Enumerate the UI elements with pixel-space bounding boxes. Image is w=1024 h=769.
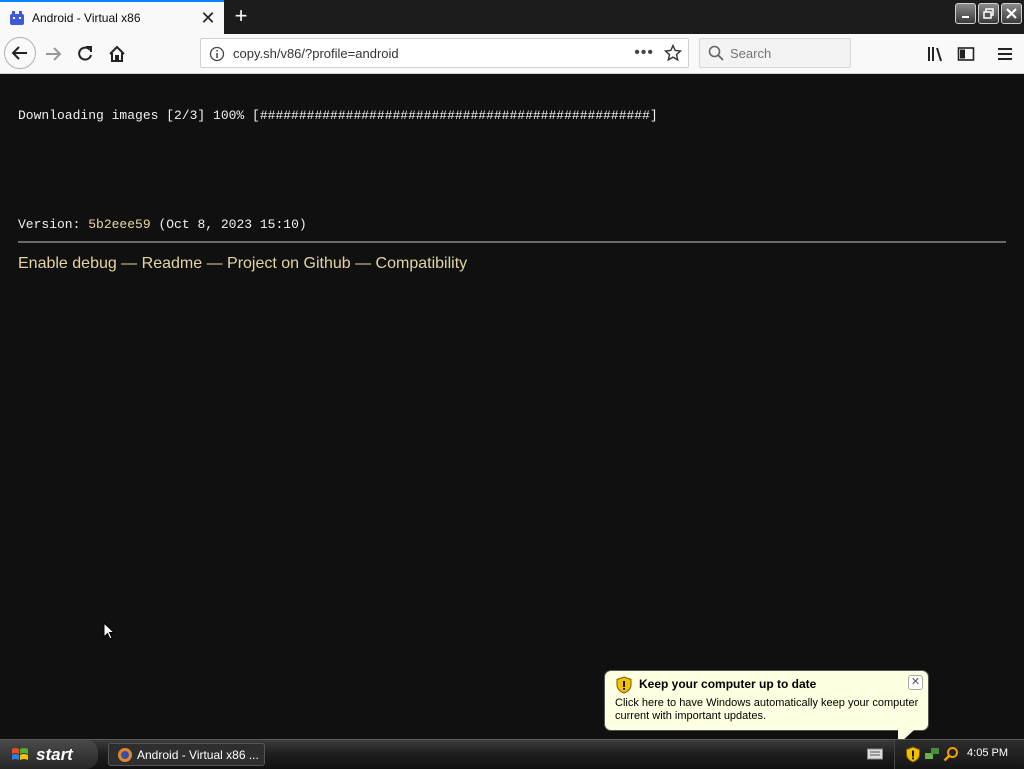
search-tray-icon[interactable] <box>943 746 959 762</box>
page-actions-icon[interactable]: ••• <box>634 44 654 62</box>
balloon-close-button[interactable]: ✕ <box>908 675 923 690</box>
tab-android[interactable]: Android - Virtual x86 ✕ <box>0 0 224 34</box>
windows-logo-icon <box>12 747 28 760</box>
divider <box>18 241 1006 243</box>
page-content: Downloading images [2/3] 100% [#########… <box>0 75 1024 739</box>
readme-link[interactable]: Readme <box>142 255 202 272</box>
url-bar[interactable]: copy.sh/v86/?profile=android ••• <box>200 38 689 68</box>
keyboard-icon[interactable] <box>867 748 883 760</box>
home-icon <box>109 45 125 62</box>
tab-title: Android - Virtual x86 <box>32 11 141 25</box>
firefox-app-icon <box>118 747 132 762</box>
version-date: (Oct 8, 2023 15:10) <box>150 217 307 232</box>
library-icon <box>928 47 942 62</box>
download-status: Downloading images [2/3] 100% [#########… <box>18 108 658 123</box>
enable-debug-link[interactable]: Enable debug <box>18 255 117 272</box>
start-button[interactable]: start <box>0 740 98 769</box>
mouse-cursor-icon <box>103 622 116 640</box>
bookmark-star-icon[interactable] <box>664 44 682 62</box>
back-arrow-icon <box>11 46 27 60</box>
new-tab-button[interactable]: + <box>228 4 254 30</box>
balloon-title: Keep your computer up to date <box>639 677 817 691</box>
hamburger-menu-icon <box>998 48 1012 60</box>
search-bar[interactable] <box>699 38 851 68</box>
footer-links: Enable debug — Readme — Project on Githu… <box>18 255 467 273</box>
start-label: start <box>36 744 73 764</box>
link-separator: — <box>116 255 142 272</box>
link-separator: — <box>350 255 376 272</box>
close-icon <box>1006 8 1017 19</box>
info-icon[interactable] <box>209 46 225 62</box>
back-button[interactable] <box>4 37 36 69</box>
tab-close-icon[interactable]: ✕ <box>196 6 220 30</box>
restore-icon <box>983 8 994 19</box>
github-link[interactable]: Project on Github <box>227 255 351 272</box>
reload-icon <box>78 46 92 61</box>
sidebar-button[interactable] <box>951 39 981 69</box>
url-text[interactable]: copy.sh/v86/?profile=android <box>233 46 634 61</box>
taskbar-button-label: Android - Virtual x86 ... <box>137 747 259 762</box>
tab-strip: Android - Virtual x86 ✕ + <box>0 0 1024 34</box>
taskbar-button-firefox[interactable]: Android - Virtual x86 ... <box>108 743 265 766</box>
clock[interactable]: 4:05 PM <box>967 747 1008 759</box>
close-window-button[interactable] <box>1001 3 1022 24</box>
security-alert-icon[interactable] <box>905 746 921 763</box>
forward-arrow-icon <box>46 47 62 61</box>
security-shield-icon <box>616 676 632 694</box>
update-notification-balloon[interactable]: Keep your computer up to date ✕ Click he… <box>604 670 929 731</box>
compatibility-link[interactable]: Compatibility <box>376 255 468 272</box>
minimize-button[interactable] <box>955 3 976 24</box>
favicon-icon <box>10 11 24 25</box>
sidebar-icon <box>957 47 975 61</box>
restore-button[interactable] <box>978 3 999 24</box>
window-controls <box>955 3 1022 24</box>
home-button[interactable] <box>102 39 132 69</box>
system-tray: 4:05 PM <box>894 740 1024 769</box>
balloon-body[interactable]: Click here to have Windows automatically… <box>615 697 920 723</box>
search-input[interactable] <box>730 45 840 61</box>
navigation-toolbar: copy.sh/v86/?profile=android ••• <box>0 34 1024 74</box>
search-icon <box>708 45 724 61</box>
version-line: Version: 5b2eee59 (Oct 8, 2023 15:10) <box>18 217 307 232</box>
forward-button[interactable] <box>38 39 68 69</box>
minimize-icon <box>961 15 969 18</box>
library-button[interactable] <box>920 39 950 69</box>
reload-button[interactable] <box>70 39 100 69</box>
network-icon[interactable] <box>924 746 940 762</box>
version-hash-link[interactable]: 5b2eee59 <box>88 217 150 232</box>
menu-button[interactable] <box>990 39 1020 69</box>
taskbar: start Android - Virtual x86 ... 4:05 PM <box>0 739 1024 769</box>
version-prefix: Version: <box>18 217 89 232</box>
link-separator: — <box>202 255 228 272</box>
